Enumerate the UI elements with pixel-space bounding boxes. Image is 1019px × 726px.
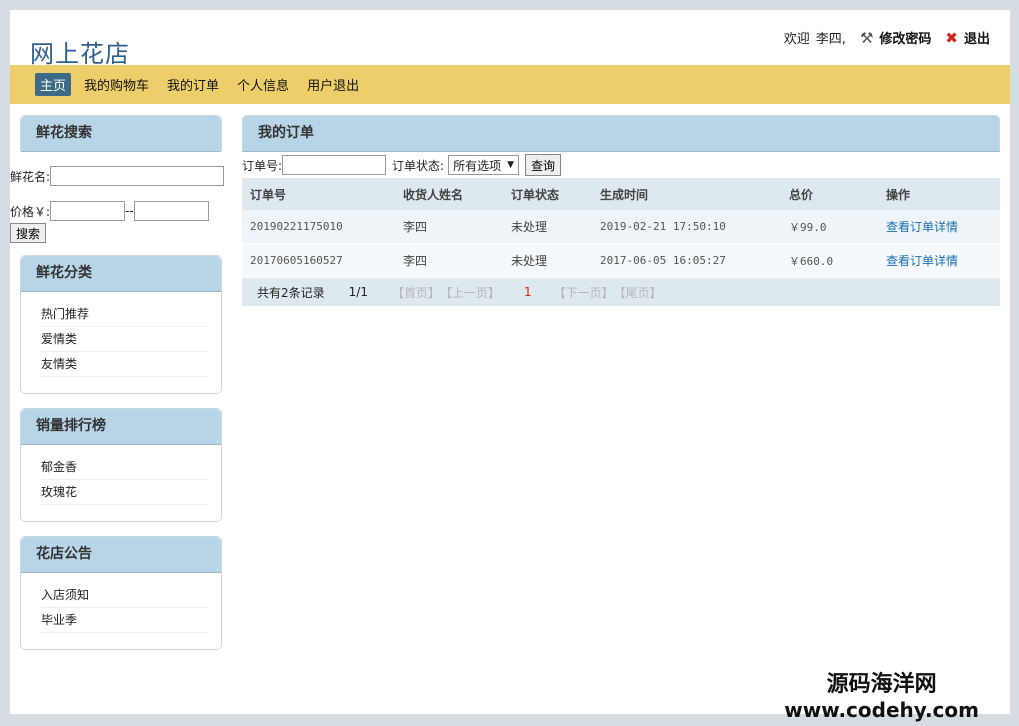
welcome-text: 欢迎 [783, 32, 810, 47]
column-header: 操作 [878, 178, 1000, 210]
total-cell: ￥99.0 [781, 210, 878, 244]
nav-item-orders[interactable]: 我的订单 [162, 73, 224, 96]
flower-name-label: 鲜花名: [10, 169, 51, 184]
record-count: 共有2条记录 [257, 285, 325, 300]
order-status-value: 所有选项 [453, 158, 502, 173]
orders-title: 我的订单 [242, 115, 1000, 152]
order-no-cell: 20170605160527 [242, 243, 395, 278]
category-item[interactable]: 热门推荐 [41, 302, 207, 327]
order-status-select[interactable]: 所有选项 ▼ [448, 155, 520, 175]
total-cell: ￥660.0 [781, 243, 878, 278]
nav-item-home[interactable]: 主页 [35, 73, 72, 96]
watermark-url: www.codehy.com [784, 698, 979, 722]
order-no-label: 订单号: [242, 158, 283, 173]
page-frame: 网上花店 欢迎 李四, ⚒ 修改密码 ✖ 退出 主页 我的购物车 我的订单 个人… [10, 10, 1010, 714]
category-panel-title: 鲜花分类 [21, 256, 221, 292]
pagination: 共有2条记录 1/1 【首页】 【上一页】 1 【下一页】 【尾页】 [242, 278, 1000, 306]
search-price-row: 价格￥: -- [10, 201, 209, 221]
receiver-cell: 李四 [395, 210, 503, 244]
current-page-number: 1 [523, 285, 532, 299]
notice-item[interactable]: 毕业季 [41, 608, 207, 633]
flower-name-input[interactable] [50, 166, 225, 186]
watermark-title: 源码海洋网 [826, 672, 937, 697]
notice-item[interactable]: 入店须知 [41, 583, 207, 608]
search-name-row: 鲜花名: [10, 166, 225, 186]
tools-icon: ⚒ [859, 28, 874, 47]
first-page-link[interactable]: 【首页】 [392, 284, 440, 301]
view-order-detail-link[interactable]: 查看订单详情 [886, 220, 958, 234]
status-cell: 未处理 [503, 210, 592, 244]
order-status-label: 订单状态: [392, 158, 445, 173]
next-page-link[interactable]: 【下一页】 [554, 284, 614, 301]
prev-page-link[interactable]: 【上一页】 [440, 284, 500, 301]
watermark: 源码海洋网 www.codehy.com [784, 666, 979, 722]
column-header: 订单状态 [503, 178, 592, 210]
dropdown-arrow-icon: ▼ [507, 160, 515, 170]
order-no-cell: 20190221175010 [242, 210, 395, 244]
nav-item-profile[interactable]: 个人信息 [232, 73, 294, 96]
category-item[interactable]: 爱情类 [41, 327, 207, 352]
order-filter-row: 订单号: 订单状态: 所有选项 ▼ 查询 [242, 153, 1000, 177]
search-panel-title: 鲜花搜索 [21, 116, 221, 152]
action-cell: 查看订单详情 [878, 210, 1000, 244]
table-row: 20190221175010 李四 未处理 2019-02-21 17:50:1… [242, 210, 1000, 244]
price-min-input[interactable] [50, 201, 126, 221]
search-button[interactable]: 搜索 [10, 223, 47, 243]
column-header: 总价 [781, 178, 878, 210]
user-bar: 欢迎 李四, ⚒ 修改密码 ✖ 退出 [783, 28, 990, 48]
close-icon: ✖ [945, 28, 958, 47]
main-nav: 主页 我的购物车 我的订单 个人信息 用户退出 [10, 65, 1010, 104]
created-cell: 2017-06-05 16:05:27 [592, 243, 781, 278]
last-page-link[interactable]: 【尾页】 [614, 284, 662, 301]
page-indicator: 1/1 [348, 285, 368, 299]
receiver-cell: 李四 [395, 243, 503, 278]
search-panel: 鲜花搜索 [20, 115, 222, 152]
view-order-detail-link[interactable]: 查看订单详情 [886, 254, 958, 268]
table-row: 20170605160527 李四 未处理 2017-06-05 16:05:2… [242, 243, 1000, 278]
orders-table: 订单号 收货人姓名 订单状态 生成时间 总价 操作 20190221175010… [242, 178, 1000, 278]
site-logo: 网上花店 [30, 40, 130, 68]
notice-panel: 花店公告 入店须知 毕业季 [20, 536, 222, 650]
price-separator: -- [125, 204, 134, 218]
ranking-item[interactable]: 玫瑰花 [41, 480, 207, 505]
notice-panel-title: 花店公告 [21, 537, 221, 573]
logout-link[interactable]: 退出 [964, 28, 990, 47]
category-item[interactable]: 友情类 [41, 352, 207, 377]
column-header: 生成时间 [592, 178, 781, 210]
ranking-item[interactable]: 郁金香 [41, 455, 207, 480]
price-max-input[interactable] [133, 201, 209, 221]
price-label: 价格￥: [10, 204, 51, 219]
orders-panel: 我的订单 订单号: 订单状态: 所有选项 ▼ 查询 订单号 收货人姓名 订单状态 [242, 115, 1000, 306]
username: 李四, [815, 32, 846, 47]
query-button[interactable]: 查询 [525, 154, 562, 176]
action-cell: 查看订单详情 [878, 243, 1000, 278]
order-no-input[interactable] [282, 155, 387, 175]
ranking-panel: 销量排行榜 郁金香 玫瑰花 [20, 408, 222, 522]
column-header: 收货人姓名 [395, 178, 503, 210]
column-header: 订单号 [242, 178, 395, 210]
change-password-link[interactable]: 修改密码 [879, 28, 931, 47]
nav-item-logout[interactable]: 用户退出 [302, 73, 364, 96]
created-cell: 2019-02-21 17:50:10 [592, 210, 781, 244]
nav-item-cart[interactable]: 我的购物车 [79, 73, 154, 96]
category-panel: 鲜花分类 热门推荐 爱情类 友情类 [20, 255, 222, 394]
status-cell: 未处理 [503, 243, 592, 278]
ranking-panel-title: 销量排行榜 [21, 409, 221, 445]
table-header-row: 订单号 收货人姓名 订单状态 生成时间 总价 操作 [242, 178, 1000, 210]
